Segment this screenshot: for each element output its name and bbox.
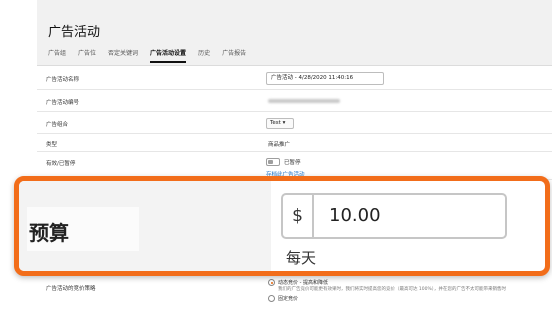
tab-ad-reports[interactable]: 广告报告 bbox=[222, 48, 246, 63]
radio-fixed-bidding[interactable] bbox=[268, 295, 275, 302]
budget-label: 预算 bbox=[29, 221, 69, 245]
currency-prefix: $ bbox=[283, 195, 314, 237]
budget-value[interactable]: 10.00 bbox=[329, 195, 381, 237]
tab-negative-keywords[interactable]: 否定关键词 bbox=[108, 48, 138, 63]
page-title: 广告活动 bbox=[48, 25, 101, 40]
fixed-bidding-title: 固定竞价 bbox=[278, 296, 299, 302]
tab-placements[interactable]: 广告位 bbox=[78, 48, 96, 63]
status-toggle[interactable] bbox=[266, 158, 280, 166]
dynamic-bidding-desc: 我们的广告竞价可能更有效果时，我们将实时提高您的竞价（最高可达 100%），并在… bbox=[278, 287, 507, 292]
row-portfolio: 广告组合 Test ▾ bbox=[37, 112, 552, 134]
chevron-down-icon: ▾ bbox=[282, 120, 286, 126]
radio-dynamic-bidding[interactable] bbox=[268, 279, 275, 286]
row-campaign-name: 广告活动名称 广告活动 - 4/28/2020 11:40:16 bbox=[37, 66, 552, 90]
budget-input[interactable]: $ 10.00 bbox=[281, 193, 507, 239]
tab-history[interactable]: 历史 bbox=[198, 48, 210, 63]
campaign-name-label: 广告活动名称 bbox=[46, 77, 80, 83]
row-type: 类型 商品推广 bbox=[37, 134, 552, 152]
status-label: 有效/已暂停 bbox=[46, 161, 76, 167]
toggle-knob bbox=[268, 160, 273, 164]
type-label: 类型 bbox=[46, 142, 58, 148]
portfolio-value: Test bbox=[270, 120, 281, 126]
tab-bar: 广告组 广告位 否定关键词 广告活动设置 历史 广告报告 bbox=[48, 48, 246, 63]
tab-campaign-settings[interactable]: 广告活动设置 bbox=[150, 48, 187, 63]
campaign-page: 广告活动 广告组 广告位 否定关键词 广告活动设置 历史 广告报告 广告活动名称… bbox=[37, 0, 552, 331]
budget-callout: 预算 $ 10.00 每天 bbox=[14, 176, 550, 276]
campaign-name-input[interactable]: 广告活动 - 4/28/2020 11:40:16 bbox=[266, 72, 384, 85]
portfolio-label: 广告组合 bbox=[46, 122, 69, 128]
paused-text: 已暂停 bbox=[284, 160, 301, 166]
campaign-id-label: 广告活动编号 bbox=[46, 100, 80, 106]
page-header: 广告活动 广告组 广告位 否定关键词 广告活动设置 历史 广告报告 bbox=[37, 0, 552, 66]
type-value: 商品推广 bbox=[268, 142, 291, 148]
row-bidding-strategy: 广告活动的竞价策略 动态竞价 - 提高和降低 我们的广告竞价可能更有效果时，我们… bbox=[37, 276, 552, 316]
portfolio-select[interactable]: Test ▾ bbox=[266, 118, 294, 129]
dynamic-bidding-title: 动态竞价 - 提高和降低 bbox=[278, 280, 328, 286]
tab-ad-groups[interactable]: 广告组 bbox=[48, 48, 66, 63]
per-day-text: 每天 bbox=[286, 249, 317, 267]
row-campaign-id: 广告活动编号 bbox=[37, 90, 552, 112]
campaign-id-redacted bbox=[268, 99, 340, 103]
bidding-strategy-label: 广告活动的竞价策略 bbox=[46, 286, 96, 292]
